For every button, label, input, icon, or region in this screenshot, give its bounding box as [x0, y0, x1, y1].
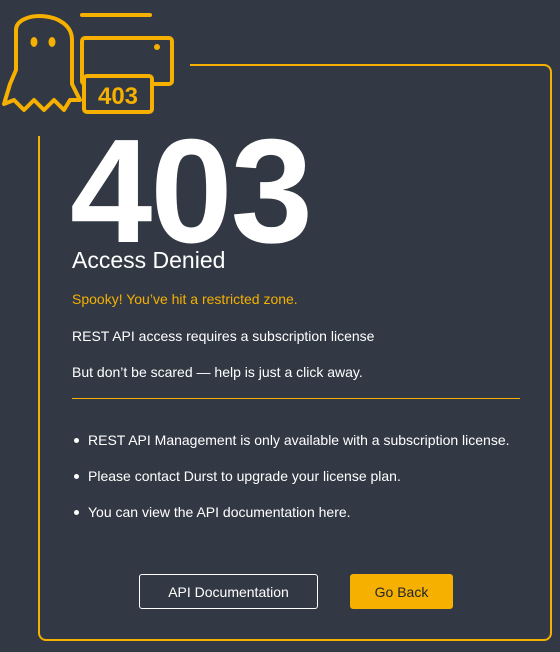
- list-item-text: REST API Management is only available wi…: [88, 432, 510, 448]
- api-documentation-button[interactable]: API Documentation: [139, 574, 318, 609]
- divider: [72, 398, 520, 399]
- error-code: 403: [70, 109, 313, 274]
- bullet-icon: [74, 438, 79, 443]
- help-message: But don’t be scared — help is just a cli…: [72, 364, 363, 380]
- list-item-text: Please contact Durst to upgrade your lic…: [88, 468, 401, 484]
- list-item: REST API Management is only available wi…: [72, 430, 512, 450]
- list-item: You can view the API documentation here.: [72, 502, 512, 522]
- license-message: REST API access requires a subscription …: [72, 328, 375, 344]
- error-page: 403 403 Access Denied Spooky! You’ve hit…: [0, 0, 560, 652]
- bullet-icon: [74, 510, 79, 515]
- page-title: Access Denied: [72, 247, 226, 273]
- go-back-button[interactable]: Go Back: [350, 574, 453, 609]
- list-item: Please contact Durst to upgrade your lic…: [72, 466, 512, 486]
- info-list: REST API Management is only available wi…: [72, 430, 512, 538]
- list-item-text: You can view the API documentation here.: [88, 504, 351, 520]
- bullet-icon: [74, 474, 79, 479]
- logo-badge-text: 403: [98, 83, 138, 110]
- spooky-message: Spooky! You’ve hit a restricted zone.: [72, 291, 298, 307]
